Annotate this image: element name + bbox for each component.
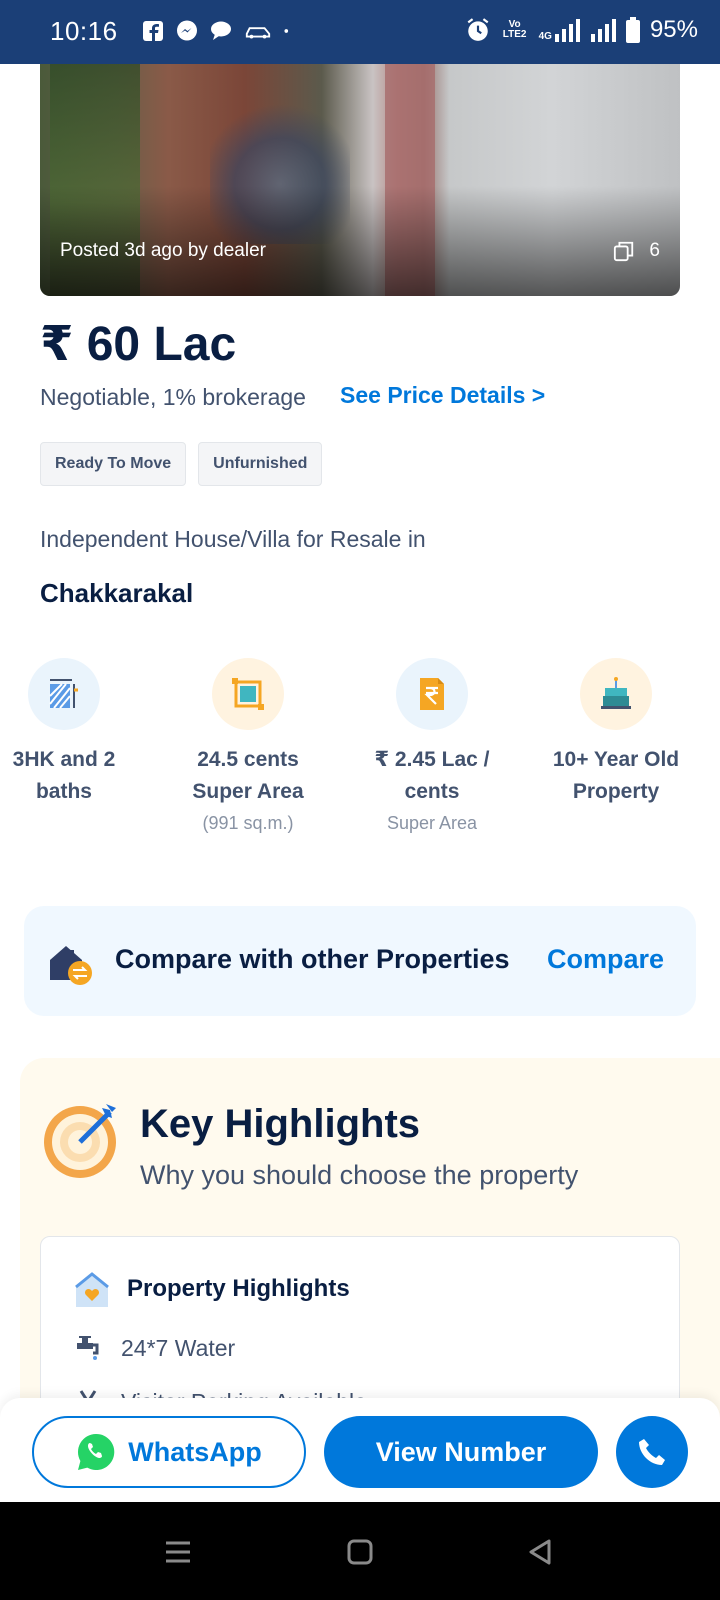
notification-icons [142,20,294,42]
back-triangle-icon [529,1539,551,1565]
price: ₹ 60 Lac [40,318,237,371]
photo-count[interactable]: 6 [613,240,660,262]
feature-age-line1: 10+ Year Old [552,748,680,771]
facebook-icon [143,21,163,41]
network-label: 4G [538,31,552,42]
compare-house-icon [50,946,92,985]
key-highlights-section: Key Highlights Why you should choose the… [20,1058,720,1436]
feature-rate-line2: cents [404,780,460,803]
feature-area: 24.5 cents Super Area (991 sq.m.) [156,658,340,838]
property-tags: Ready To Move Unfurnished [40,442,323,486]
compare-banner[interactable]: Compare with other Properties Compare [24,906,696,1016]
property-location: Chakkarakal [40,578,194,608]
property-type: Independent House/Villa for Resale in [40,526,426,552]
feature-age: 10+ Year Old Property [524,658,708,808]
key-highlights-subtitle: Why you should choose the property [140,1160,579,1190]
whatsapp-button[interactable]: WhatsApp [32,1416,306,1488]
system-nav-bar [0,1502,720,1600]
home-square-icon [347,1539,373,1565]
photo-count-value: 6 [649,240,660,261]
view-number-button[interactable]: View Number [324,1416,598,1488]
property-highlights-title: Property Highlights [127,1275,350,1302]
whatsapp-icon [78,1433,115,1470]
chat-icon [211,21,231,40]
rupee-icon [396,658,468,730]
highlight-item: 24*7 Water [73,1333,235,1363]
status-right: Vo LTE2 4G 95% [465,16,698,44]
tag-ready-to-move: Ready To Move [40,442,187,486]
feature-age-line2: Property [572,780,660,803]
messenger-icon [177,20,197,41]
back-button[interactable] [520,1532,560,1572]
phone-icon [639,1439,665,1465]
signal-icon [590,19,616,42]
highlight-item-label: 24*7 Water [121,1334,236,1361]
call-button[interactable] [616,1416,688,1488]
feature-area-sub: (991 sq.m.) [202,813,294,833]
key-highlights-title: Key Highlights [140,1102,421,1146]
feature-rate-line1: ₹ 2.45 Lac / [374,748,490,771]
layout-icon [28,658,100,730]
feature-bhk: 3HK and 2 baths [0,658,156,808]
feature-rate: ₹ 2.45 Lac / cents Super Area [340,658,524,838]
feature-bhk-line2: baths [35,780,92,803]
property-photo[interactable]: Posted 3d ago by dealer 6 [40,64,680,296]
battery-icon [625,17,640,43]
home-button[interactable] [340,1532,380,1572]
compare-text: Compare with other Properties [115,944,510,974]
compare-link[interactable]: Compare [547,944,664,975]
action-bar: WhatsApp View Number [0,1398,720,1502]
tag-unfurnished: Unfurnished [198,442,323,486]
volte-label: Vo LTE2 [502,19,527,40]
water-tap-icon [77,1336,99,1360]
feature-bhk-line1: 3HK and 2 [12,748,116,771]
status-time: 10:16 [50,16,118,46]
price-note: Negotiable, 1% brokerage [40,384,306,410]
cake-icon [580,658,652,730]
feature-area-line1: 24.5 cents [197,748,299,771]
posted-info: Posted 3d ago by dealer [60,240,266,261]
feature-area-line2: Super Area [192,780,304,803]
alarm-icon [467,18,489,41]
feature-rate-sub: Super Area [386,813,478,833]
battery-level: 95% [649,16,698,43]
gallery-icon [614,241,634,262]
status-bar: 10:16 Vo LTE2 4G 95% [0,0,720,64]
recent-apps-button[interactable] [158,1532,198,1572]
see-price-details-link[interactable]: See Price Details > [340,382,545,409]
car-icon [245,27,271,39]
target-icon [44,1104,116,1178]
whatsapp-label: WhatsApp [128,1436,262,1467]
signal-4g-icon: 4G [539,18,580,42]
area-icon [212,658,284,730]
dot-icon [284,29,289,33]
menu-icon [166,1541,190,1563]
home-heart-icon [75,1272,109,1307]
